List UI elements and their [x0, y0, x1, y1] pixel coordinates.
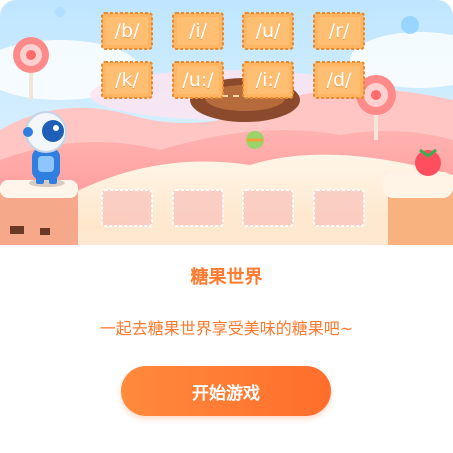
phoneme-tile-label: /i:/	[255, 69, 281, 91]
answer-slot-4[interactable]	[313, 189, 365, 227]
phoneme-tile-label: /u:/	[182, 69, 214, 91]
phoneme-tile-label: /u/	[255, 20, 281, 42]
phoneme-tile-i[interactable]: /i/	[172, 12, 224, 50]
phoneme-tile-label: /d/	[326, 69, 352, 91]
phoneme-tile-u[interactable]: /u/	[242, 12, 294, 50]
scene-background	[0, 0, 453, 245]
phoneme-tile-label: /r/	[328, 20, 350, 42]
phoneme-tile-r[interactable]: /r/	[313, 12, 365, 50]
phoneme-tile-i-long[interactable]: /i:/	[242, 61, 294, 99]
start-game-button[interactable]: 开始游戏	[121, 366, 331, 416]
game-title: 糖果世界	[190, 267, 263, 288]
phoneme-tile-label: /k/	[115, 69, 139, 91]
phoneme-tile-b[interactable]: /b/	[101, 12, 153, 50]
phoneme-tile-d[interactable]: /d/	[313, 61, 365, 99]
phoneme-tile-u-long[interactable]: /u:/	[172, 61, 224, 99]
phoneme-tile-k[interactable]: /k/	[101, 61, 153, 99]
phoneme-tile-label: /i/	[188, 20, 208, 42]
game-card: /b/ /i/ /u/ /r/ /k/ /u:/ /i:/ /d/ 糖果世界 一…	[0, 0, 453, 453]
answer-slot-2[interactable]	[172, 189, 224, 227]
phoneme-tile-label: /b/	[114, 20, 140, 42]
answer-slot-1[interactable]	[101, 189, 153, 227]
candy-world-scene: /b/ /i/ /u/ /r/ /k/ /u:/ /i:/ /d/	[0, 0, 453, 245]
game-description: 一起去糖果世界享受美味的糖果吧~	[99, 319, 354, 338]
answer-slot-3[interactable]	[242, 189, 294, 227]
